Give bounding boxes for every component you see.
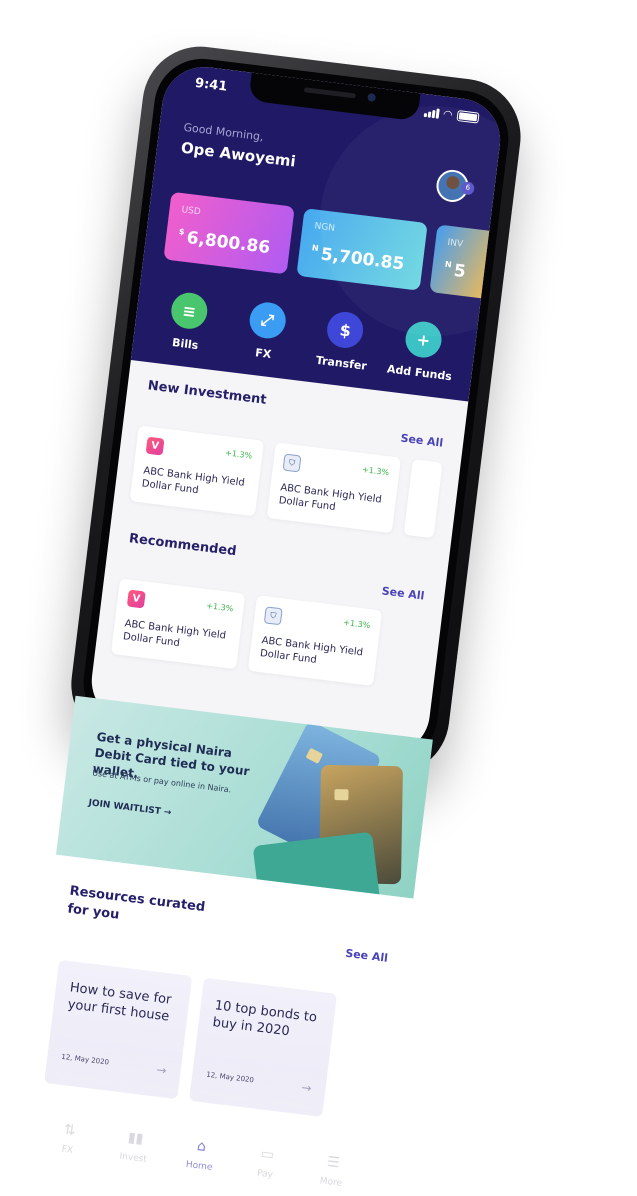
fund-name: ABC Bank High Yield Dollar Fund: [122, 618, 227, 650]
tab-pay[interactable]: ▭ Pay: [237, 1143, 297, 1183]
pink-v-logo-icon: V: [126, 589, 146, 609]
status-time: 9:41: [194, 75, 229, 95]
bank-shield-logo-icon: ⛉: [263, 606, 283, 626]
phone-frame: 9:41 ◠ Good Morning, Ope Awoyemi 6 USD $…: [64, 40, 528, 782]
section-title: Recommended: [128, 531, 238, 560]
swap-arrows-icon: ⇅: [62, 1121, 77, 1139]
fund-name: ABC Bank High Yield Dollar Fund: [141, 465, 246, 497]
wallet-currency: NGN: [313, 221, 336, 234]
tab-label: FX: [61, 1144, 74, 1156]
debit-card-image: [252, 831, 382, 899]
wifi-icon: ◠: [442, 107, 453, 122]
fund-change: +1.3%: [205, 601, 234, 614]
bills-button[interactable]: ≡ Bills: [149, 289, 228, 355]
pink-v-logo-icon: V: [145, 436, 165, 456]
wallet-card-usd[interactable]: USD $6,800.86: [163, 191, 295, 275]
signal-icon: [423, 106, 440, 119]
fund-card[interactable]: ⛉ +1.3% ABC Bank High Yield Dollar Fund: [247, 595, 383, 686]
arrow-right-icon: →: [300, 1080, 313, 1096]
wallet-balance: $6,800.86: [178, 226, 272, 259]
arrow-right-icon: →: [155, 1062, 168, 1078]
extended-content: Get a physical Naira Debit Card tied to …: [20, 695, 433, 1193]
resource-card[interactable]: How to save for your first house 12, May…: [44, 959, 193, 1100]
fund-card[interactable]: ⛉ +1.3% ABC Bank High Yield Dollar Fund: [266, 442, 401, 534]
status-icons: ◠: [423, 105, 480, 125]
resource-card[interactable]: 10 top bonds to buy in 2020 12, May 2020…: [189, 977, 338, 1117]
wallet-cards: USD $6,800.86 NGN N5,700.85 INV N5: [163, 191, 498, 300]
tab-more[interactable]: ☰ More: [302, 1151, 362, 1191]
tab-fx[interactable]: ⇅ FX: [39, 1119, 99, 1159]
expand-arrows-icon: ⤢: [247, 300, 288, 341]
wallet-card-ngn[interactable]: NGN N5,700.85: [296, 208, 428, 291]
resource-date: 12, May 2020: [205, 1070, 255, 1085]
action-label: Bills: [171, 336, 200, 353]
resource-date: 12, May 2020: [60, 1052, 110, 1067]
fund-change: +1.3%: [342, 617, 371, 631]
join-waitlist-button[interactable]: JOIN WAITLIST →: [88, 798, 172, 818]
tab-label: Home: [185, 1159, 213, 1173]
see-all-link[interactable]: See All: [400, 432, 444, 450]
stage: 9:41 ◠ Good Morning, Ope Awoyemi 6 USD $…: [0, 0, 637, 1196]
bank-shield-logo-icon: ⛉: [282, 453, 302, 473]
see-all-link[interactable]: See All: [345, 947, 389, 965]
battery-icon: [456, 110, 480, 124]
speaker: [303, 87, 357, 99]
fund-card-partial[interactable]: [403, 459, 443, 539]
section-title: Resources curated for you: [66, 883, 207, 923]
wallet-currency: INV: [446, 237, 464, 250]
receipt-icon: ≡: [169, 290, 210, 331]
app-screen: 9:41 ◠ Good Morning, Ope Awoyemi 6 USD $…: [86, 62, 505, 759]
wallet-card-inv[interactable]: INV N5: [429, 224, 498, 300]
see-all-link[interactable]: See All: [381, 584, 425, 602]
dashboard-header: 9:41 ◠ Good Morning, Ope Awoyemi 6 USD $…: [130, 62, 505, 402]
fund-name: ABC Bank High Yield Dollar Fund: [259, 635, 364, 666]
fx-button[interactable]: ⤢ FX: [227, 298, 306, 364]
fund-card[interactable]: V +1.3% ABC Bank High Yield Dollar Fund: [129, 425, 264, 517]
wallet-currency: USD: [180, 205, 202, 218]
tab-label: Invest: [118, 1151, 148, 1165]
phone-bezel: 9:41 ◠ Good Morning, Ope Awoyemi 6 USD $…: [78, 53, 514, 768]
fund-change: +1.3%: [361, 465, 390, 478]
notification-badge[interactable]: 6: [460, 181, 476, 196]
card-icon: ▭: [259, 1145, 275, 1164]
tab-home[interactable]: ⌂ Home: [171, 1135, 231, 1175]
wallet-balance: N5,700.85: [311, 243, 406, 275]
plus-icon: +: [403, 319, 444, 360]
tab-label: Pay: [256, 1168, 274, 1181]
front-camera: [367, 92, 377, 102]
user-name: Ope Awoyemi: [180, 138, 297, 171]
action-label: FX: [254, 346, 273, 362]
dollar-transfer-icon: $: [325, 309, 366, 351]
fund-change: +1.3%: [224, 448, 253, 461]
wallet-balance: N5: [444, 259, 467, 283]
action-label: Add Funds: [386, 362, 453, 384]
add-funds-button[interactable]: + Add Funds: [383, 317, 462, 383]
home-icon: ⌂: [196, 1138, 207, 1156]
menu-icon: ☰: [326, 1154, 341, 1172]
resource-title: 10 top bonds to buy in 2020: [211, 998, 318, 1040]
fund-card[interactable]: V +1.3% ABC Bank High Yield Dollar Fund: [110, 578, 246, 670]
resource-title: How to save for your first house: [66, 980, 173, 1025]
bar-chart-icon: ▮▮: [126, 1129, 145, 1148]
tab-label: More: [319, 1176, 343, 1189]
transfer-button[interactable]: $ Transfer: [305, 308, 384, 374]
tilted-mockup: 9:41 ◠ Good Morning, Ope Awoyemi 6 USD $…: [0, 40, 528, 1196]
tab-invest[interactable]: ▮▮ Invest: [105, 1127, 165, 1167]
fund-name: ABC Bank High Yield Dollar Fund: [278, 482, 383, 514]
avatar[interactable]: [434, 168, 471, 204]
action-label: Transfer: [315, 353, 368, 373]
section-title: New Investment: [146, 378, 268, 408]
